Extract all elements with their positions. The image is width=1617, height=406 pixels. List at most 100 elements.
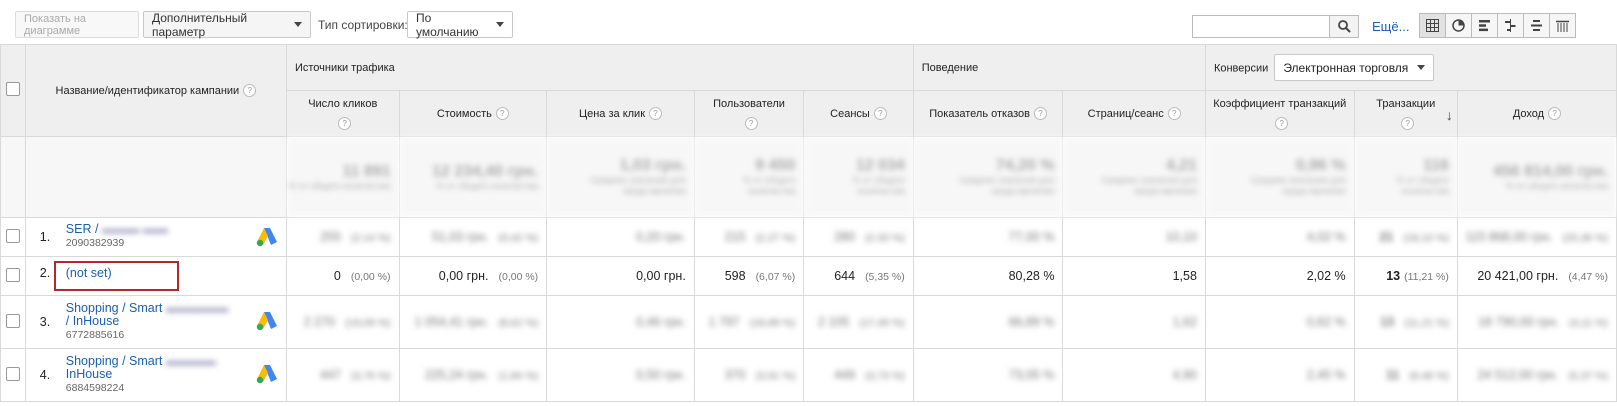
cell-conversion-rate: 2,02 % [1204,256,1355,296]
total-pages-per-session: 4,21 Среднее значение для представления [1062,136,1206,218]
column-header-pages-per-session[interactable]: Страниц/сеанс? [1062,90,1206,137]
column-header-transactions[interactable]: Транзакции? ↓ [1353,90,1458,137]
row-select-cell[interactable] [0,348,26,402]
pie-chart-icon [1452,19,1465,32]
row-select-cell[interactable] [0,295,26,349]
totals-label [24,136,287,218]
row-index: 1. [39,230,51,244]
help-icon[interactable]: ? [744,117,758,131]
advanced-link[interactable]: Ещё... [1372,19,1409,34]
cell-pages-per-session: 10,10 [1062,217,1206,257]
total-sessions: 12 034% от общего количества [803,136,914,218]
value: 598 [724,269,746,283]
column-header-campaign[interactable]: Название/идентификатор кампании? [24,44,287,137]
secondary-dimension-label: Дополнительный параметр [152,10,248,39]
row-checkbox[interactable] [5,366,20,381]
view-performance-button[interactable] [1471,13,1498,38]
column-label: Стоимость [436,107,492,120]
column-header-cpc[interactable]: Цена за клик? [546,90,695,137]
pivot-icon [1556,20,1569,32]
campaign-link[interactable]: SER / ▬▬▬ ▬▬ 2090382939 [66,223,236,250]
campaign-cell[interactable]: 2. (not set) [24,256,287,296]
column-header-clicks[interactable]: Число кликов? [285,90,400,137]
value: 0 [333,269,341,283]
cell-revenue: 20 421,00 грн. (4,47 %) [1456,256,1617,296]
percent: (0,00 %) [350,271,391,283]
campaign-link[interactable]: Shopping / Smart ▬▬▬▬▬ / InHouse 677288561… [66,302,236,342]
cell-bounce-rate: 73,05 % [912,348,1064,402]
help-icon[interactable]: ? [873,107,887,121]
help-icon[interactable]: ? [649,107,663,121]
table-row[interactable]: 3. Shopping / Smart ▬▬▬▬▬ / InHouse 677288… [0,295,1617,349]
help-icon[interactable]: ? [1548,107,1562,121]
view-comparison-button[interactable] [1497,13,1524,38]
value: 0,00 грн. [636,269,686,283]
cell-cost: 225,24 грн. (1,84 %) [398,348,548,402]
table-row[interactable]: 1. SER / ▬▬▬ ▬▬ 2090382939 255 (2,14 %) 51… [0,217,1617,257]
column-label: Показатель отказов [929,107,1030,120]
sort-type-value: По умолчанию [416,10,479,39]
column-header-conversion-rate[interactable]: Коэффициент транзакций? [1204,90,1355,137]
row-select-cell[interactable] [0,256,26,296]
view-table-button[interactable] [1419,13,1446,38]
sort-type-label: Тип сортировки: [318,18,408,32]
help-icon[interactable]: ? [1167,107,1181,121]
campaign-cell[interactable]: 4. Shopping / Smart ▬▬▬▬ InHouse 688459822… [24,348,287,402]
column-header-sessions[interactable]: Сеансы? [803,90,914,137]
campaign-cell[interactable]: 3. Shopping / Smart ▬▬▬▬▬ / InHouse 677288… [24,295,287,349]
secondary-dimension-dropdown[interactable]: Дополнительный параметр [143,10,311,39]
column-header-revenue[interactable]: Доход? [1456,90,1617,137]
cell-clicks: 0 (0,00 %) [285,256,400,296]
select-all-checkbox[interactable] [5,82,20,96]
select-all-cell[interactable] [0,44,26,137]
help-icon[interactable]: ? [243,84,257,98]
value: 80,28 % [1008,269,1055,283]
plot-rows-button[interactable]: Показать на диаграмме [15,11,139,38]
column-header-cost[interactable]: Стоимость? [398,90,548,137]
conversions-goal-dropdown[interactable]: Электронная торговля [1274,54,1435,81]
value: 13 [1386,269,1401,283]
campaign-cell[interactable]: 1. SER / ▬▬▬ ▬▬ 2090382939 [24,217,287,257]
help-icon[interactable]: ? [1401,117,1415,131]
column-header-bounce-rate[interactable]: Показатель отказов? [912,90,1064,137]
search-button[interactable] [1330,15,1359,38]
search-icon [1337,20,1351,33]
help-icon[interactable]: ? [1033,107,1047,121]
term-cloud-icon [1531,20,1542,31]
row-checkbox[interactable] [5,313,20,328]
totals-empty [0,136,26,218]
column-label: Сеансы [830,107,870,120]
column-label: Пользователи [713,97,785,110]
help-icon[interactable]: ? [338,117,352,131]
percent: (4,47 %) [1568,271,1608,283]
cell-bounce-rate: 77,00 % [912,217,1064,257]
percent: (0,00 %) [498,271,539,283]
column-label: Транзакции [1376,97,1436,110]
row-index: 3. [39,315,51,329]
table-search-input[interactable] [1192,15,1330,38]
conversions-goal-value: Электронная торговля [1283,60,1409,75]
row-index: 2. [39,266,51,280]
table-row[interactable]: 2. (not set) 0 (0,00 %) 0,00 грн. (0,00 %)… [0,256,1617,296]
chevron-down-icon [496,22,504,27]
row-checkbox[interactable] [5,267,20,282]
cell-users: 370 (3,91 %) [693,348,805,402]
view-pie-button[interactable] [1445,13,1472,38]
view-term-cloud-button[interactable] [1523,13,1550,38]
row-select-cell[interactable] [0,217,26,257]
campaign-link[interactable]: Shopping / Smart ▬▬▬▬ InHouse 6884598224 [66,355,236,395]
help-icon[interactable]: ? [495,107,509,121]
cell-revenue: 115 868,00 грн. (25,36 %) [1456,217,1617,257]
total-conversion-rate: 0,96 % Среднее значение для представления [1204,136,1355,218]
table-row[interactable]: 4. Shopping / Smart ▬▬▬▬ InHouse 688459822… [0,348,1617,402]
campaign-id: 2090382939 [65,237,125,249]
column-label: Цена за клик [578,107,646,120]
view-pivot-button[interactable] [1549,13,1576,38]
cell-sessions: 280 (2,33 %) [803,217,914,257]
sort-type-dropdown[interactable]: По умолчанию [407,10,513,39]
help-icon[interactable]: ? [1275,117,1289,131]
row-checkbox[interactable] [5,228,20,243]
column-header-users[interactable]: Пользователи? [693,90,805,137]
google-ads-icon [256,312,277,331]
cell-users: 1 797 (18,99 %) [693,295,805,349]
